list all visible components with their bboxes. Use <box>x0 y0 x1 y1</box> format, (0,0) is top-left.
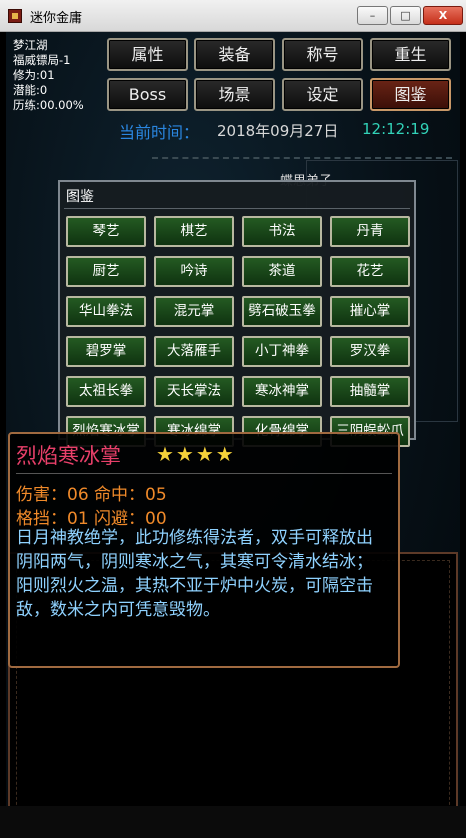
time-clock: 12:12:19 <box>362 120 430 138</box>
time-date: 2018年09月27日 <box>217 122 339 140</box>
skill-button[interactable]: 棋艺 <box>154 216 234 247</box>
skill-detail-divider <box>16 473 392 474</box>
skill-button[interactable]: 小丁神拳 <box>242 336 322 367</box>
skill-button[interactable]: 厨艺 <box>66 256 146 287</box>
skill-button[interactable]: 吟诗 <box>154 256 234 287</box>
equipment-button[interactable]: 装备 <box>194 38 275 71</box>
skill-button[interactable]: 丹青 <box>330 216 410 247</box>
hit-value: 05 <box>145 485 167 505</box>
skill-button[interactable]: 大落雁手 <box>154 336 234 367</box>
skill-button[interactable]: 混元掌 <box>154 296 234 327</box>
hit-label: 命中： <box>94 485 146 505</box>
skill-button[interactable]: 摧心掌 <box>330 296 410 327</box>
damage-label: 伤害： <box>16 485 67 505</box>
settings-button[interactable]: 设定 <box>282 78 363 111</box>
skill-button[interactable]: 抽髓掌 <box>330 376 410 407</box>
skill-button[interactable]: 寒冰神掌 <box>242 376 322 407</box>
atlas-divider <box>64 208 410 209</box>
close-button[interactable]: X <box>423 6 463 25</box>
attributes-button[interactable]: 属性 <box>107 38 188 71</box>
player-stats: 梦江湖 福威镖局-1 修为:01 潜能:0 历练:00.00% <box>13 38 84 113</box>
player-cultivation: 修为:01 <box>13 68 55 82</box>
maximize-button[interactable]: □ <box>390 6 421 25</box>
player-location: 福威镖局-1 <box>13 53 71 67</box>
skill-button[interactable]: 花艺 <box>330 256 410 287</box>
skill-detail-popup: 烈焰寒冰掌 ★★★★ 伤害：06 命中：05 格挡：01 闪避：00 日月神教绝… <box>8 432 400 668</box>
boss-button[interactable]: Boss <box>107 78 188 111</box>
skill-button[interactable]: 劈石破玉拳 <box>242 296 322 327</box>
titles-button[interactable]: 称号 <box>282 38 363 71</box>
player-name: 梦江湖 <box>13 38 48 52</box>
skill-button[interactable]: 罗汉拳 <box>330 336 410 367</box>
time-label: 当前时间： <box>119 123 200 142</box>
minimize-button[interactable]: – <box>357 6 388 25</box>
game-area: 梦江湖 福威镖局-1 修为:01 潜能:0 历练:00.00% 属性 装备 称号… <box>6 32 460 832</box>
atlas-title: 图鉴 <box>66 189 94 205</box>
title-bar: 迷你金庸 – □ X <box>0 0 466 32</box>
skill-description: 日月神教绝学，此功修练得法者，双手可释放出阴阳两气，阴则寒冰之气，其寒可令清水结… <box>16 528 373 620</box>
player-experience: 历练:00.00% <box>13 98 84 112</box>
app-icon <box>8 9 22 23</box>
skill-button[interactable]: 琴艺 <box>66 216 146 247</box>
rebirth-button[interactable]: 重生 <box>370 38 451 71</box>
atlas-button[interactable]: 图鉴 <box>370 78 451 111</box>
player-potential: 潜能:0 <box>13 83 48 97</box>
skill-button[interactable]: 茶道 <box>242 256 322 287</box>
window-bottom-frame <box>0 806 466 838</box>
skill-button[interactable]: 碧罗掌 <box>66 336 146 367</box>
skill-rating-stars: ★★★★ <box>156 442 236 466</box>
window-title: 迷你金庸 <box>30 11 83 26</box>
skill-detail-name: 烈焰寒冰掌 <box>16 444 121 468</box>
skill-button[interactable]: 天长掌法 <box>154 376 234 407</box>
atlas-window: 图鉴 琴艺 棋艺 书法 丹青厨艺 吟诗 茶道 花艺华山拳法 混元掌 劈石破玉拳 摧心掌碧罗掌 大落雁… <box>58 180 416 447</box>
scene-button[interactable]: 场景 <box>194 78 275 111</box>
skill-button[interactable]: 书法 <box>242 216 322 247</box>
skill-button[interactable]: 华山拳法 <box>66 296 146 327</box>
damage-value: 06 <box>67 485 89 505</box>
skill-button[interactable]: 太祖长拳 <box>66 376 146 407</box>
damage-hit-line: 伤害：06 命中：05 <box>16 480 167 505</box>
